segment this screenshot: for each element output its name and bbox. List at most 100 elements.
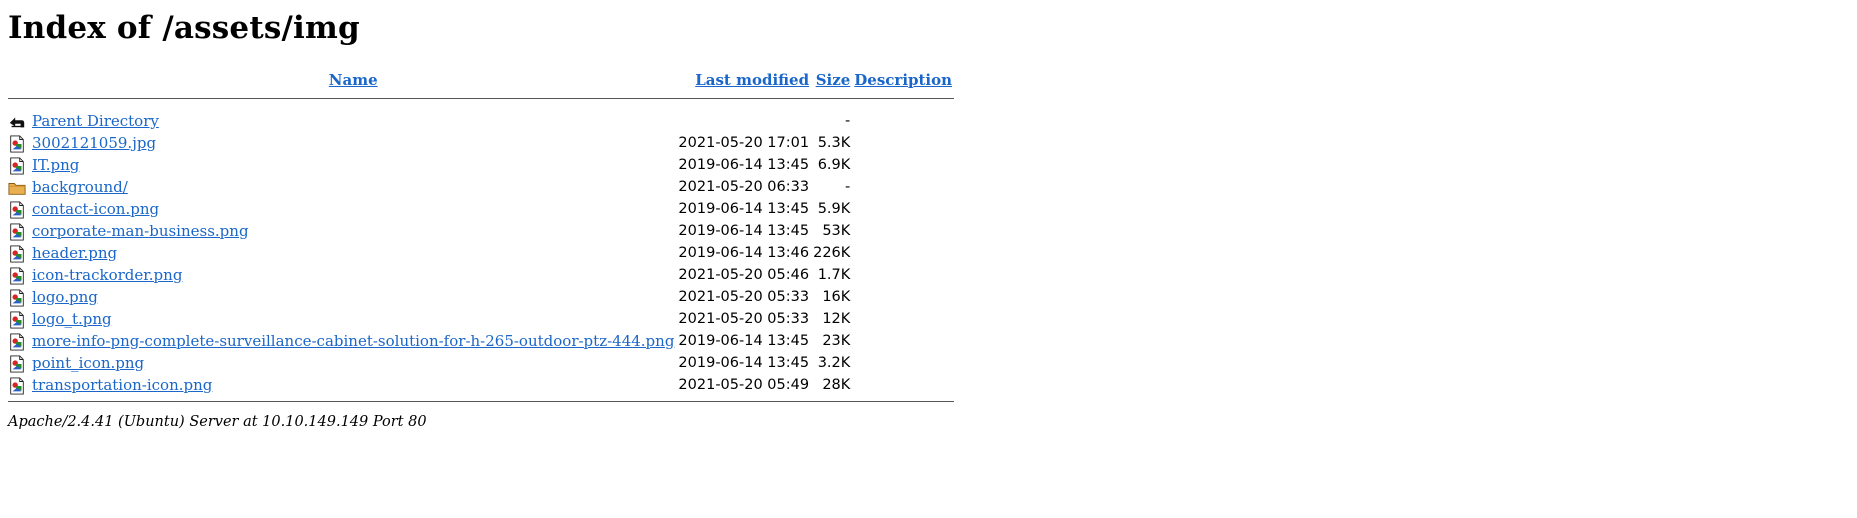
row-description: [852, 352, 954, 374]
sort-by-modified-link[interactable]: Last modified: [695, 71, 809, 89]
row-name-cell: icon-trackorder.png: [30, 264, 676, 286]
row-modified: 2021-05-20 05:33: [678, 311, 810, 327]
row-modified: [676, 110, 811, 132]
row-size: -: [845, 113, 851, 129]
row-modified: 2019-06-14 13:45: [678, 157, 810, 173]
image-file-icon: [8, 266, 26, 285]
entry-link[interactable]: IT.png: [32, 156, 79, 174]
row-size: 16K: [822, 289, 851, 305]
entry-link[interactable]: contact-icon.png: [32, 200, 159, 218]
entry-link[interactable]: transportation-icon.png: [32, 376, 212, 394]
row-description: [852, 264, 954, 286]
image-file-icon: [8, 354, 26, 373]
row-name-cell: header.png: [30, 242, 676, 264]
listing-row: header.png 2019-06-14 13:46 226K: [8, 242, 954, 264]
row-modified: 2019-06-14 13:45: [678, 355, 810, 371]
row-size: 5.9K: [817, 201, 851, 217]
image-file-icon: [8, 332, 26, 351]
row-name-cell: IT.png: [30, 154, 676, 176]
listing-row: logo_t.png 2021-05-20 05:33 12K: [8, 308, 954, 330]
listing-row: icon-trackorder.png 2021-05-20 05:46 1.7K: [8, 264, 954, 286]
entry-link[interactable]: more-info-png-complete-surveillance-cabi…: [32, 332, 674, 350]
row-icon-cell: [8, 198, 30, 220]
row-description: [852, 220, 954, 242]
bottom-rule-row: [8, 396, 955, 406]
top-rule-row: [8, 92, 955, 104]
header-last-modified: Last modified: [676, 68, 811, 92]
row-name-cell: 3002121059.jpg: [30, 132, 676, 154]
listing-row: point_icon.png 2019-06-14 13:45 3.2K: [8, 352, 954, 374]
directory-listing-page: Index of /assets/img Name Last modified …: [0, 0, 1857, 436]
sort-by-name-link[interactable]: Name: [329, 71, 378, 89]
image-file-icon: [8, 288, 26, 307]
row-size: -: [845, 179, 851, 195]
row-size: 6.9K: [817, 157, 851, 173]
row-description: [852, 330, 954, 352]
listing-row: logo.png 2021-05-20 05:33 16K: [8, 286, 954, 308]
row-size: 28K: [822, 377, 851, 393]
entry-link[interactable]: header.png: [32, 244, 117, 262]
row-icon-cell: [8, 308, 30, 330]
bottom-divider: [8, 400, 955, 402]
header-name: Name: [30, 68, 676, 92]
row-name-cell: more-info-png-complete-surveillance-cabi…: [30, 330, 676, 352]
row-modified: 2021-05-20 06:33: [678, 179, 810, 195]
entry-link[interactable]: Parent Directory: [32, 112, 159, 130]
row-icon-cell: [8, 220, 30, 242]
row-icon-cell: [8, 132, 30, 154]
top-divider: [8, 97, 955, 99]
row-name-cell: point_icon.png: [30, 352, 676, 374]
header-description: Description: [852, 68, 954, 92]
row-modified: 2019-06-14 13:45: [678, 223, 810, 239]
row-modified: 2019-06-14 13:46: [678, 245, 810, 261]
row-icon-cell: [8, 286, 30, 308]
row-name-cell: logo_t.png: [30, 308, 676, 330]
image-file-icon: [8, 310, 26, 329]
row-icon-cell: [8, 374, 30, 396]
folder-icon: [8, 178, 26, 196]
entry-link[interactable]: 3002121059.jpg: [32, 134, 156, 152]
row-size: 23K: [822, 333, 851, 349]
image-file-icon: [8, 376, 26, 395]
row-description: [852, 176, 954, 198]
row-name-cell: corporate-man-business.png: [30, 220, 676, 242]
listing-row: IT.png 2019-06-14 13:45 6.9K: [8, 154, 954, 176]
row-icon-cell: [8, 330, 30, 352]
row-modified: 2019-06-14 13:45: [678, 333, 810, 349]
listing-row: Parent Directory -: [8, 110, 954, 132]
row-name-cell: transportation-icon.png: [30, 374, 676, 396]
row-size: 226K: [813, 245, 851, 261]
row-size: 5.3K: [817, 135, 851, 151]
entry-link[interactable]: point_icon.png: [32, 354, 144, 372]
sort-by-description-link[interactable]: Description: [854, 71, 952, 89]
entry-link[interactable]: logo.png: [32, 288, 98, 306]
row-icon-cell: [8, 352, 30, 374]
entry-link[interactable]: corporate-man-business.png: [32, 222, 249, 240]
sort-by-size-link[interactable]: Size: [816, 71, 851, 89]
page-title: Index of /assets/img: [8, 10, 360, 46]
entry-link[interactable]: icon-trackorder.png: [32, 266, 182, 284]
server-signature: Apache/2.4.41 (Ubuntu) Server at 10.10.1…: [8, 414, 427, 430]
row-description: [852, 154, 954, 176]
row-size: 3.2K: [817, 355, 851, 371]
image-file-icon: [8, 222, 26, 241]
row-name-cell: contact-icon.png: [30, 198, 676, 220]
entry-link[interactable]: logo_t.png: [32, 310, 112, 328]
entry-link[interactable]: background/: [32, 178, 128, 196]
row-modified: 2019-06-14 13:45: [678, 201, 810, 217]
row-description: [852, 110, 954, 132]
header-row: Name Last modified Size Description: [8, 68, 954, 92]
row-size: 53K: [822, 223, 851, 239]
listing-row: 3002121059.jpg 2021-05-20 17:01 5.3K: [8, 132, 954, 154]
row-modified: 2021-05-20 05:49: [678, 377, 810, 393]
row-description: [852, 242, 954, 264]
row-size: 1.7K: [817, 267, 851, 283]
back-arrow-icon: [8, 112, 26, 130]
row-icon-cell: [8, 264, 30, 286]
listing-row: more-info-png-complete-surveillance-cabi…: [8, 330, 954, 352]
row-description: [852, 308, 954, 330]
row-description: [852, 374, 954, 396]
row-icon-cell: [8, 110, 30, 132]
image-file-icon: [8, 134, 26, 153]
row-description: [852, 132, 954, 154]
